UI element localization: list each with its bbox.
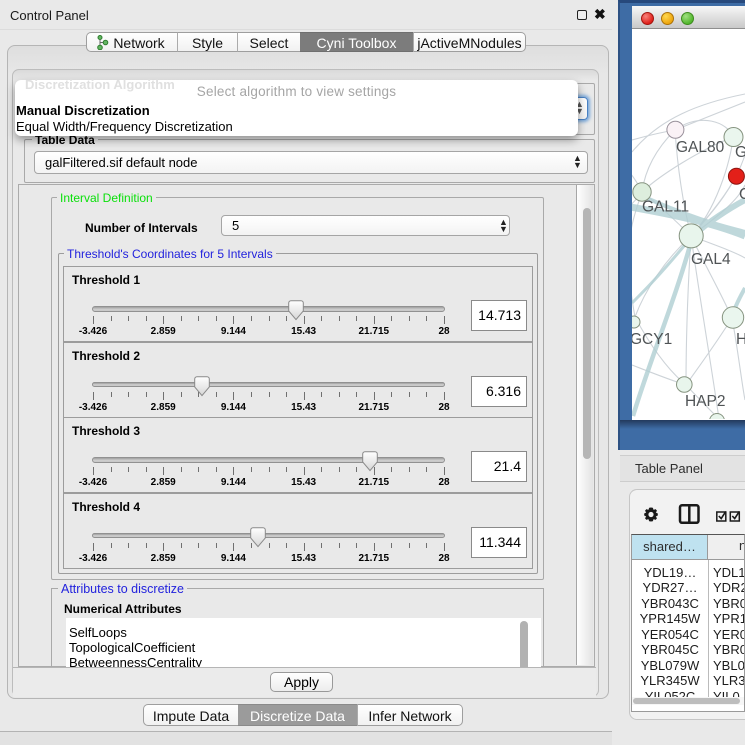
svg-text:H: H (736, 331, 745, 348)
svg-text:GAL80: GAL80 (676, 139, 725, 156)
svg-text:HAP2: HAP2 (685, 393, 726, 410)
svg-text:GAL4: GAL4 (691, 251, 731, 268)
svg-text:C: C (739, 186, 745, 203)
svg-text:GA: GA (735, 144, 745, 161)
svg-text:GAL11: GAL11 (642, 199, 689, 216)
svg-text:GCY1: GCY1 (632, 331, 672, 348)
